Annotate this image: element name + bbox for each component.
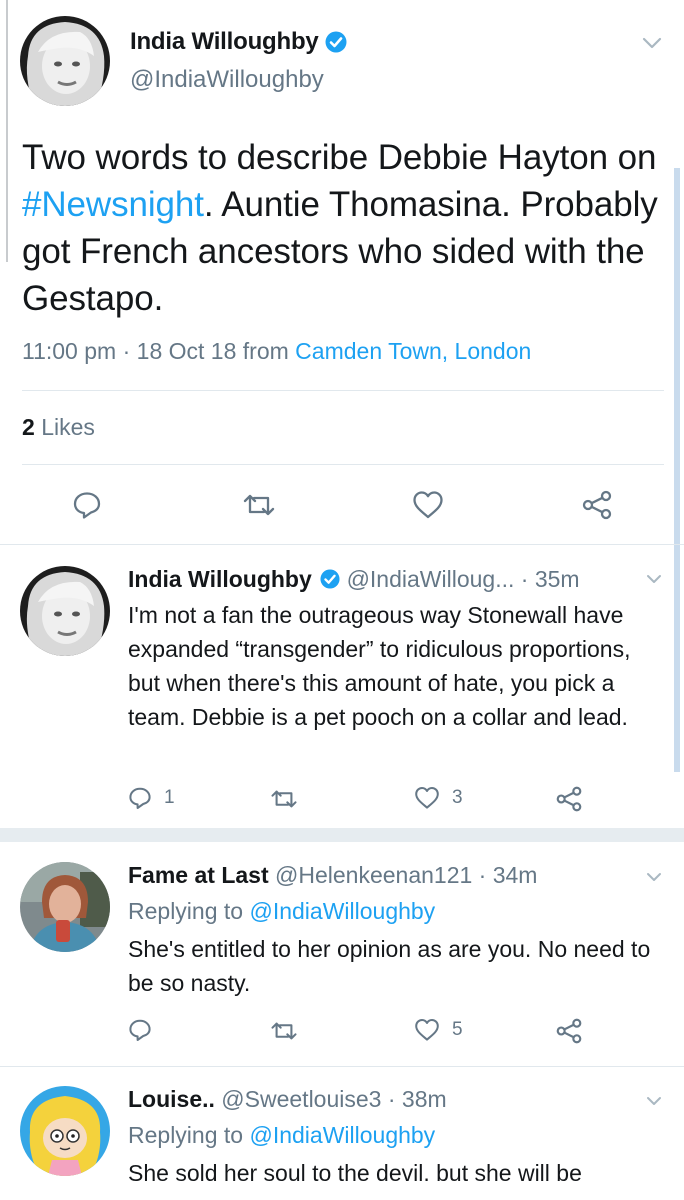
section-divider [0, 828, 684, 842]
replying-to: Replying to @IndiaWilloughby [128, 1122, 436, 1148]
reply-icon [129, 1019, 151, 1041]
scrollbar[interactable] [674, 168, 680, 772]
share-button[interactable] [556, 786, 582, 812]
reply-time: · 38m [387, 1086, 447, 1112]
retweet-icon [271, 1022, 297, 1040]
replying-to-link[interactable]: @IndiaWilloughby [249, 1122, 435, 1148]
author-handle[interactable]: @IndiaWilloughby [130, 66, 324, 94]
share-icon [556, 1018, 582, 1044]
reply-icon [73, 492, 101, 519]
like-count: 5 [452, 1019, 463, 1040]
retweet-icon [271, 790, 297, 808]
author-name[interactable]: Fame at Last [128, 862, 269, 888]
retweet-button[interactable] [242, 492, 276, 518]
chevron-down-icon[interactable] [646, 870, 662, 882]
retweet-button[interactable] [270, 1020, 298, 1042]
reply-header: India Willoughby @IndiaWilloug... · 35m [128, 566, 580, 593]
tweet-text: Two words to describe Debbie Hayton on #… [22, 138, 658, 318]
like-button[interactable]: 5 [414, 1018, 463, 1042]
avatar[interactable] [20, 862, 110, 952]
author-name[interactable]: Louise.. [128, 1086, 215, 1112]
reply-text: She sold her soul to the devil. but she … [128, 1160, 582, 1186]
like-icon [413, 491, 443, 519]
chevron-down-icon[interactable] [646, 1094, 662, 1106]
tweet-meta: 11:00 pm · 18 Oct 18 from Camden Town, L… [22, 338, 532, 364]
share-button[interactable] [556, 1018, 582, 1044]
location-link[interactable]: Camden Town, London [295, 338, 531, 364]
author-name[interactable]: India Willoughby [128, 566, 312, 592]
divider [0, 544, 684, 545]
author-handle[interactable]: @Sweetlouise3 [221, 1086, 381, 1112]
like-button[interactable] [412, 490, 444, 520]
likes-count[interactable]: 2 Likes [22, 414, 95, 441]
avatar[interactable] [20, 566, 110, 656]
reply-button[interactable] [128, 1018, 152, 1042]
divider [0, 1066, 684, 1067]
reply-button[interactable]: 1 [128, 786, 175, 810]
retweet-icon [243, 494, 275, 516]
verified-badge-icon [320, 568, 340, 589]
left-edge-rule [6, 0, 8, 262]
avatar[interactable] [20, 1086, 110, 1176]
reply-time: · 34m [478, 862, 538, 888]
reply-icon [129, 787, 151, 809]
reply-header: Fame at Last @Helenkeenan121 · 34m [128, 862, 537, 889]
like-count: 3 [452, 787, 463, 808]
share-icon [582, 490, 612, 520]
like-button[interactable]: 3 [414, 786, 463, 810]
replying-to: Replying to @IndiaWilloughby [128, 898, 436, 924]
replying-to-link[interactable]: @IndiaWilloughby [249, 898, 435, 924]
author-name[interactable]: India Willoughby [130, 28, 319, 56]
hashtag-link[interactable]: #Newsnight [22, 185, 204, 224]
verified-badge-icon [325, 31, 347, 53]
chevron-down-icon[interactable] [646, 572, 662, 584]
retweet-button[interactable] [270, 788, 298, 810]
author-handle[interactable]: @IndiaWilloug... [347, 566, 515, 592]
reply-count: 1 [164, 787, 175, 808]
author-handle[interactable]: @Helenkeenan121 [275, 862, 472, 888]
tweet-time[interactable]: 11:00 pm [22, 338, 116, 364]
reply-text: She's entitled to her opinion as are you… [128, 936, 651, 996]
share-button[interactable] [582, 490, 612, 520]
reply-header: Louise.. @Sweetlouise3 · 38m [128, 1086, 447, 1113]
reply-time: · 35m [520, 566, 580, 592]
share-icon [556, 786, 582, 812]
avatar[interactable] [20, 16, 110, 106]
reply-text: I'm not a fan the outrageous way Stonewa… [128, 602, 631, 730]
like-icon [415, 1019, 439, 1041]
reply-button[interactable] [72, 490, 102, 520]
divider [22, 464, 664, 465]
divider [22, 390, 664, 391]
like-icon [415, 787, 439, 809]
chevron-down-icon[interactable] [642, 36, 662, 50]
tweet-date[interactable]: 18 Oct 18 [137, 338, 237, 364]
